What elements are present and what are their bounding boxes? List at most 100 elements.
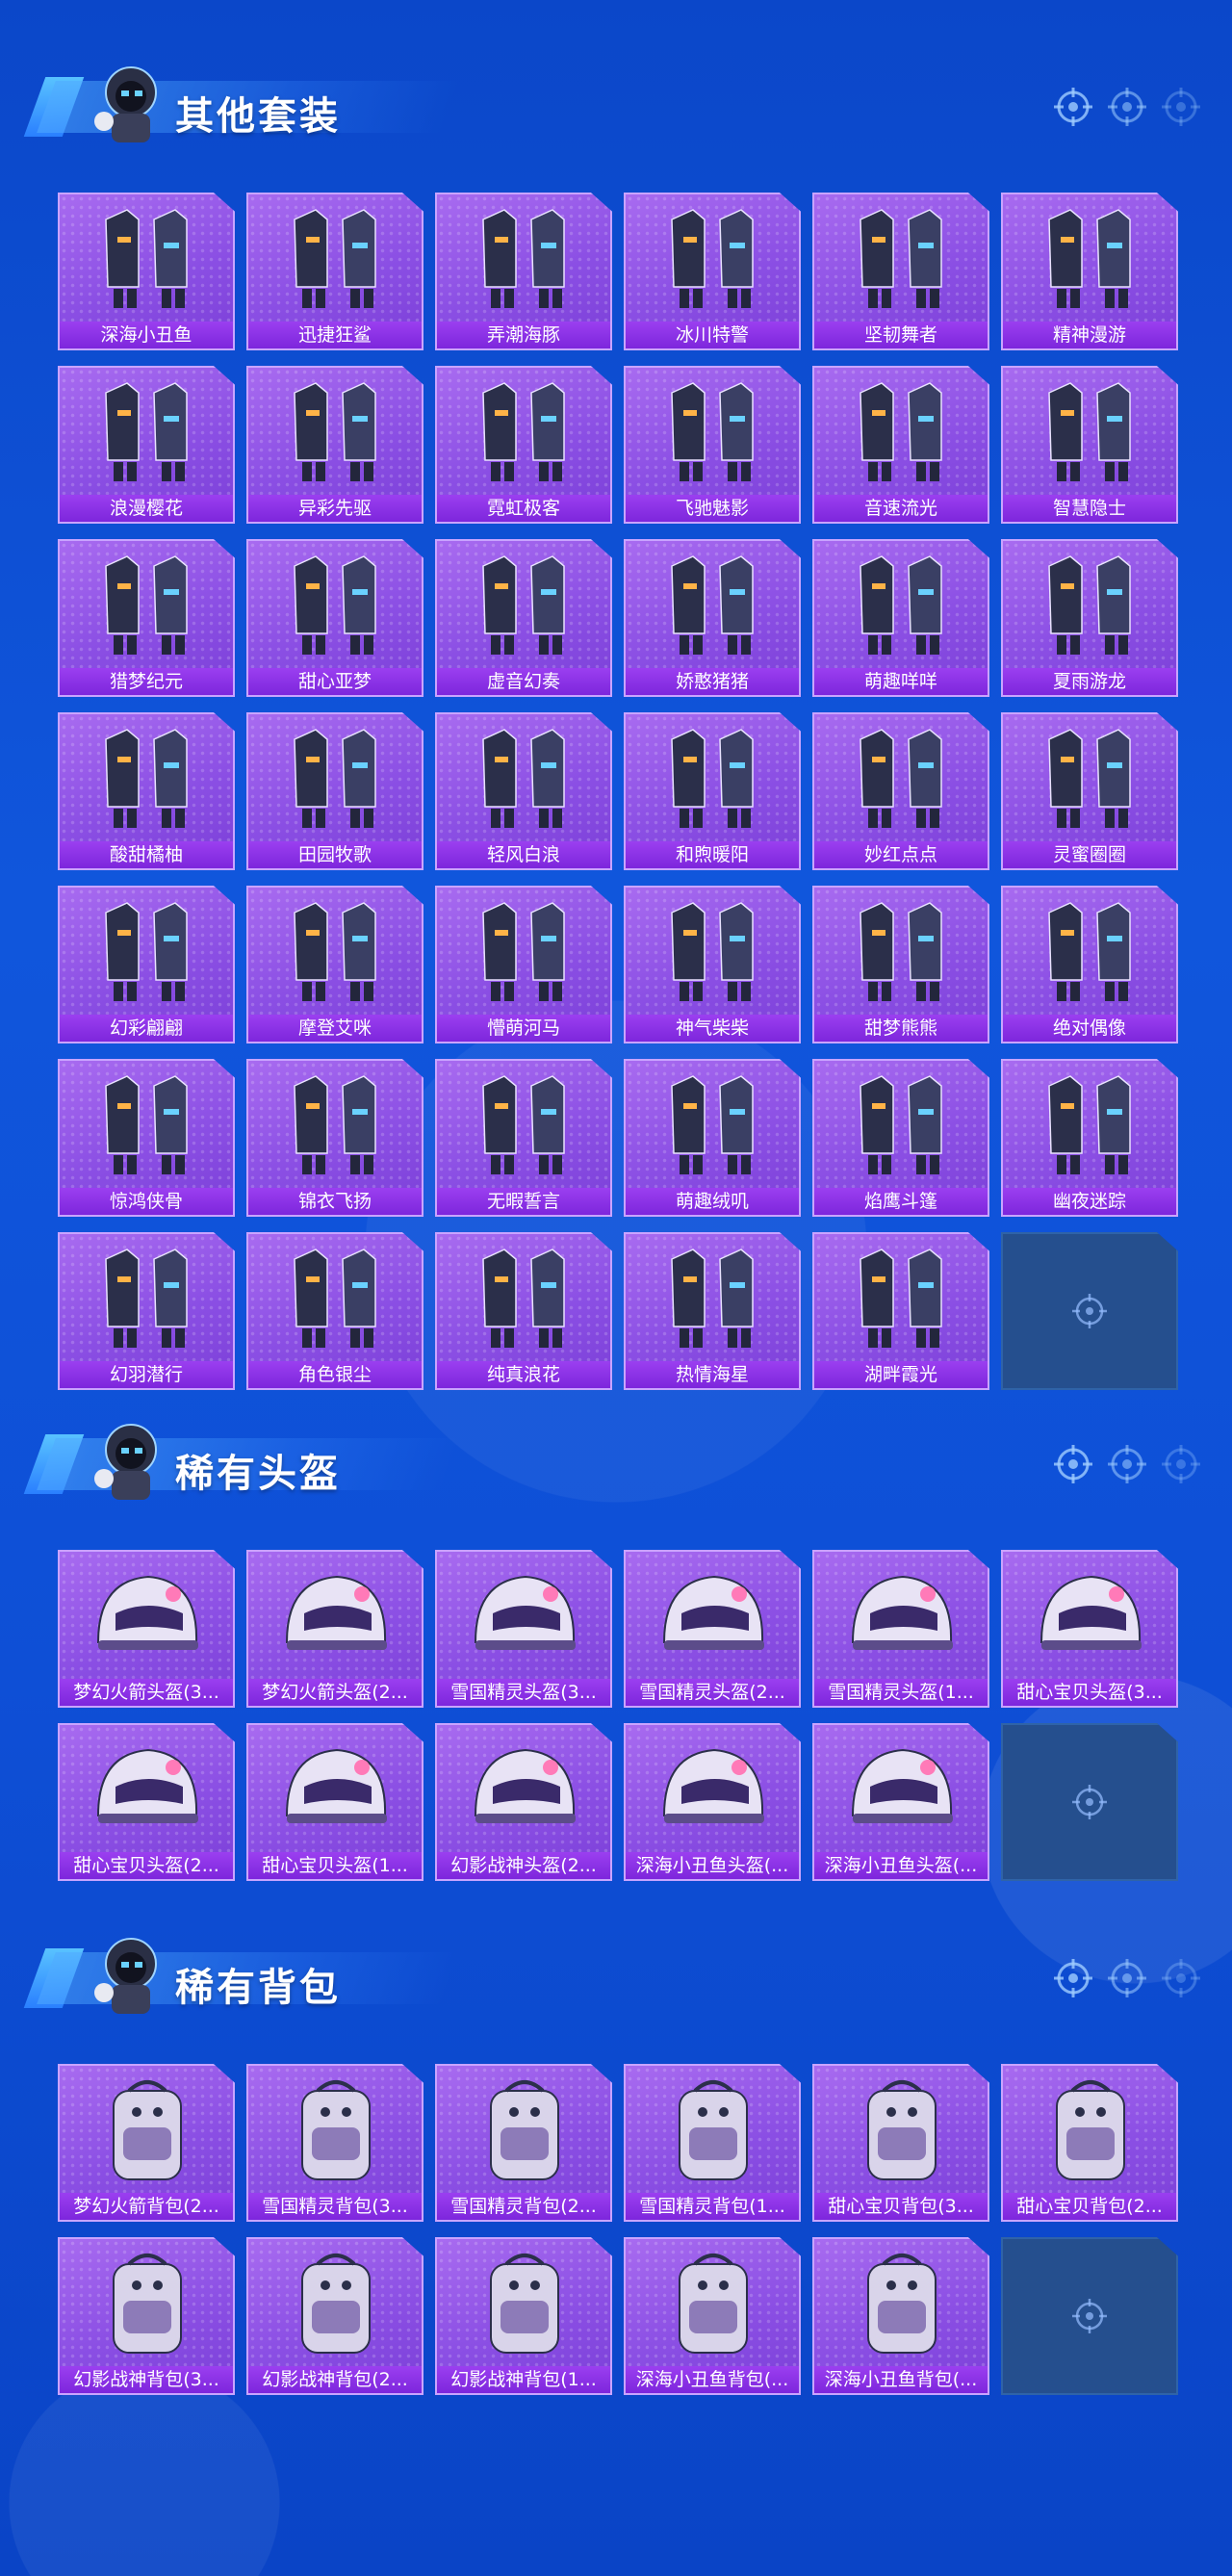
item-card[interactable]: 精神漫游 [1001, 193, 1178, 350]
helmet-icon [626, 1556, 799, 1675]
item-card[interactable]: 甜心宝贝头盔(2... [58, 1723, 235, 1881]
outfit-icon [1003, 545, 1176, 664]
item-card[interactable]: 田园牧歌 [246, 712, 424, 870]
item-card[interactable]: 惊鸿侠骨 [58, 1059, 235, 1217]
item-card[interactable]: 娇憨猪猪 [624, 539, 801, 697]
outfit-icon [626, 891, 799, 1011]
item-card[interactable]: 智慧隐士 [1001, 366, 1178, 524]
outfit-icon [814, 1065, 988, 1184]
outfit-icon [60, 718, 233, 837]
item-card[interactable]: 雪国精灵头盔(2... [624, 1550, 801, 1708]
item-card[interactable]: 幻影战神背包(1... [435, 2237, 612, 2395]
item-card[interactable]: 幽夜迷踪 [1001, 1059, 1178, 1217]
item-card[interactable]: 雪国精灵头盔(3... [435, 1550, 612, 1708]
item-card[interactable]: 幻影战神头盔(2... [435, 1723, 612, 1881]
item-card[interactable]: 雪国精灵背包(2... [435, 2064, 612, 2222]
helmet-icon [248, 1729, 422, 1848]
item-card[interactable]: 梦幻火箭背包(2... [58, 2064, 235, 2222]
item-card[interactable]: 和煦暖阳 [624, 712, 801, 870]
empty-slot [1001, 2237, 1178, 2395]
item-card[interactable]: 深海小丑鱼背包(... [812, 2237, 989, 2395]
outfit-icon [437, 1065, 610, 1184]
item-card[interactable]: 飞驰魅影 [624, 366, 801, 524]
item-card[interactable]: 弄潮海豚 [435, 193, 612, 350]
mascot-icon [94, 1938, 157, 2014]
outfit-icon [437, 372, 610, 491]
item-card[interactable]: 萌趣绒叽 [624, 1059, 801, 1217]
item-card[interactable]: 雪国精灵头盔(1... [812, 1550, 989, 1708]
item-name-label: 甜心宝贝头盔(3... [1003, 1679, 1176, 1706]
crosshair-placeholder-icon [1072, 2299, 1107, 2333]
item-card[interactable]: 坚韧舞者 [812, 193, 989, 350]
item-card[interactable]: 幻彩翩翩 [58, 886, 235, 1043]
item-grid: 梦幻火箭头盔(3... 梦幻火箭头盔(2... 雪国精灵头盔(3... 雪国精灵头盔(… [58, 1550, 1178, 1881]
item-name-label: 雪国精灵头盔(3... [437, 1679, 610, 1706]
helmet-icon [626, 1729, 799, 1848]
item-card[interactable]: 湖畔霞光 [812, 1232, 989, 1390]
item-card[interactable]: 焰鹰斗篷 [812, 1059, 989, 1217]
item-card[interactable]: 甜梦熊熊 [812, 886, 989, 1043]
item-card[interactable]: 妙红点点 [812, 712, 989, 870]
item-card[interactable]: 虚音幻奏 [435, 539, 612, 697]
item-card[interactable]: 冰川特警 [624, 193, 801, 350]
outfit-icon [248, 891, 422, 1011]
item-card[interactable]: 深海小丑鱼头盔(... [624, 1723, 801, 1881]
item-card[interactable]: 锦衣飞扬 [246, 1059, 424, 1217]
item-name-label: 雪国精灵背包(1... [626, 2193, 799, 2220]
crosshair-decoration-group [1053, 87, 1201, 127]
item-card[interactable]: 猎梦纪元 [58, 539, 235, 697]
item-card[interactable]: 无暇誓言 [435, 1059, 612, 1217]
item-card[interactable]: 角色银尘 [246, 1232, 424, 1390]
item-card[interactable]: 异彩先驱 [246, 366, 424, 524]
item-card[interactable]: 纯真浪花 [435, 1232, 612, 1390]
outfit-icon [60, 891, 233, 1011]
item-card[interactable]: 雪国精灵背包(1... [624, 2064, 801, 2222]
item-card[interactable]: 甜心宝贝背包(2... [1001, 2064, 1178, 2222]
outfit-icon [437, 718, 610, 837]
item-card[interactable]: 深海小丑鱼背包(... [624, 2237, 801, 2395]
item-name-label: 深海小丑鱼头盔(... [626, 1852, 799, 1879]
item-name-label: 懵萌河马 [437, 1015, 610, 1042]
item-card[interactable]: 甜心宝贝头盔(1... [246, 1723, 424, 1881]
item-card[interactable]: 幻影战神背包(3... [58, 2237, 235, 2395]
item-card[interactable]: 懵萌河马 [435, 886, 612, 1043]
item-card[interactable]: 幻影战神背包(2... [246, 2237, 424, 2395]
item-name-label: 幻彩翩翩 [60, 1015, 233, 1042]
item-name-label: 角色银尘 [248, 1361, 422, 1388]
item-card[interactable]: 迅捷狂鲨 [246, 193, 424, 350]
item-card[interactable]: 甜心宝贝头盔(3... [1001, 1550, 1178, 1708]
outfit-icon [248, 1238, 422, 1357]
item-card[interactable]: 深海小丑鱼 [58, 193, 235, 350]
outfit-icon [1003, 891, 1176, 1011]
item-card[interactable]: 梦幻火箭头盔(3... [58, 1550, 235, 1708]
item-card[interactable]: 深海小丑鱼头盔(... [812, 1723, 989, 1881]
item-card[interactable]: 甜心宝贝背包(3... [812, 2064, 989, 2222]
item-card[interactable]: 幻羽潜行 [58, 1232, 235, 1390]
item-card[interactable]: 神气柴柴 [624, 886, 801, 1043]
item-name-label: 酸甜橘柚 [60, 841, 233, 868]
outfit-icon [437, 545, 610, 664]
item-name-label: 甜梦熊熊 [814, 1015, 988, 1042]
item-card[interactable]: 轻风白浪 [435, 712, 612, 870]
item-card[interactable]: 萌趣咩咩 [812, 539, 989, 697]
item-name-label: 梦幻火箭头盔(2... [248, 1679, 422, 1706]
item-card[interactable]: 夏雨游龙 [1001, 539, 1178, 697]
section-title: 其他套装 [175, 94, 341, 139]
item-card[interactable]: 绝对偶像 [1001, 886, 1178, 1043]
item-card[interactable]: 热情海星 [624, 1232, 801, 1390]
item-card[interactable]: 灵蜜圈圈 [1001, 712, 1178, 870]
item-card[interactable]: 甜心亚梦 [246, 539, 424, 697]
item-card[interactable]: 梦幻火箭头盔(2... [246, 1550, 424, 1708]
item-card[interactable]: 酸甜橘柚 [58, 712, 235, 870]
empty-slot [1001, 1723, 1178, 1881]
crosshair-placeholder-icon [1072, 1294, 1107, 1328]
outfit-icon [60, 545, 233, 664]
item-card[interactable]: 浪漫樱花 [58, 366, 235, 524]
item-name-label: 湖畔霞光 [814, 1361, 988, 1388]
item-name-label: 梦幻火箭背包(2... [60, 2193, 233, 2220]
item-card[interactable]: 摩登艾咪 [246, 886, 424, 1043]
item-card[interactable]: 雪国精灵背包(3... [246, 2064, 424, 2222]
item-card[interactable]: 音速流光 [812, 366, 989, 524]
item-card[interactable]: 霓虹极客 [435, 366, 612, 524]
item-name-label: 虚音幻奏 [437, 668, 610, 695]
